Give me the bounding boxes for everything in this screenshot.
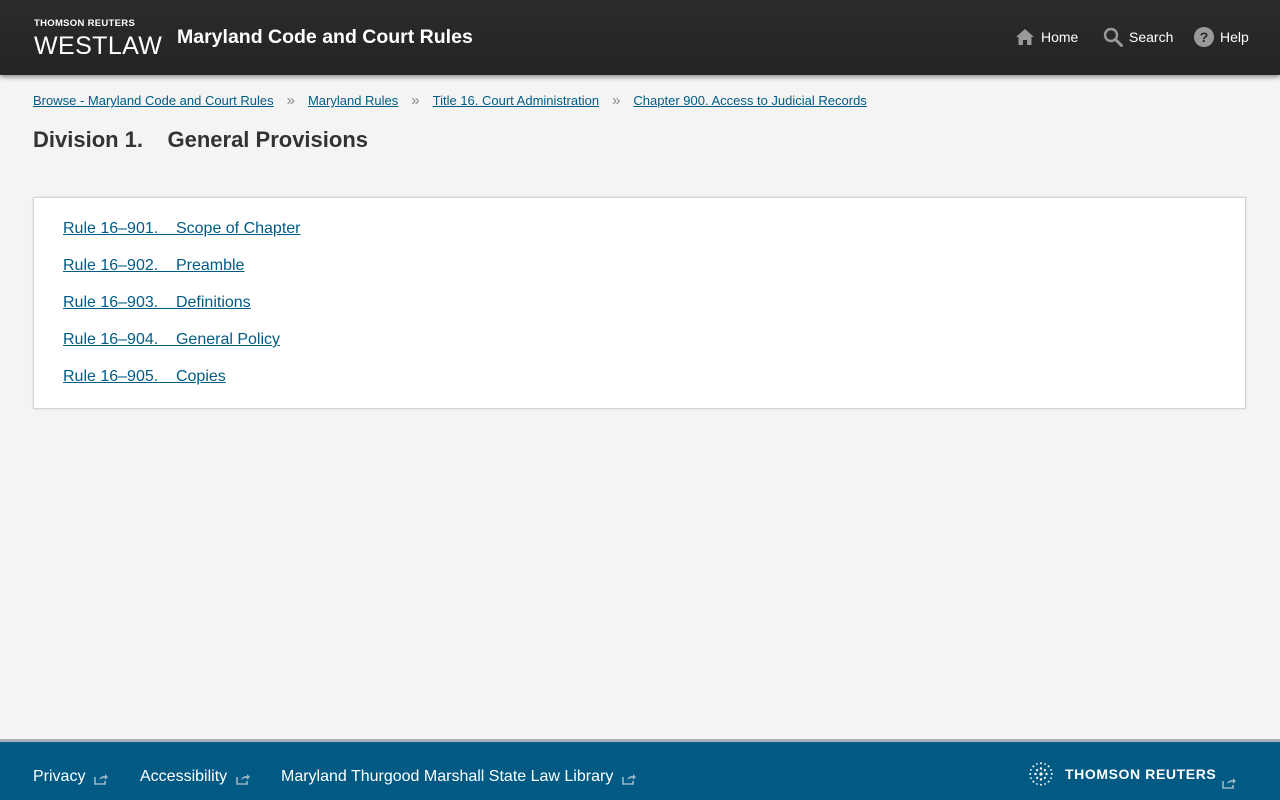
site-header: THOMSON REUTERS WESTLAW Maryland Code an… [0, 0, 1280, 75]
list-item: Rule 16–905. Copies [63, 366, 301, 403]
home-icon [1016, 29, 1034, 45]
home-label: Home [1041, 29, 1079, 45]
site-footer: Privacy Accessibility Maryland Thurgood … [0, 739, 1280, 800]
accessibility-link[interactable]: Accessibility [140, 768, 251, 786]
svg-text:?: ? [1200, 29, 1209, 45]
rule-list-panel: Rule 16–901. Scope of Chapter Rule 16–90… [33, 197, 1246, 409]
search-label: Search [1129, 29, 1174, 45]
privacy-label: Privacy [33, 768, 86, 785]
law-library-label: Maryland Thurgood Marshall State Law Lib… [281, 768, 614, 785]
breadcrumb-title-16[interactable]: Title 16. Court Administration [433, 93, 599, 108]
rule-16-904-link[interactable]: Rule 16–904. General Policy [63, 331, 280, 348]
accessibility-label: Accessibility [140, 768, 228, 785]
breadcrumb-chapter-900[interactable]: Chapter 900. Access to Judicial Records [633, 93, 866, 108]
page-title: Division 1. General Provisions [33, 127, 369, 152]
help-label: Help [1220, 29, 1249, 45]
rule-16-902-link[interactable]: Rule 16–902. Preamble [63, 257, 244, 274]
search-icon [1103, 27, 1123, 47]
external-link-icon [94, 773, 109, 785]
rule-list: Rule 16–901. Scope of Chapter Rule 16–90… [63, 218, 301, 403]
list-item: Rule 16–904. General Policy [63, 329, 301, 366]
rule-16-905-link[interactable]: Rule 16–905. Copies [63, 368, 226, 385]
list-item: Rule 16–903. Definitions [63, 292, 301, 329]
help-icon: ? [1194, 27, 1214, 47]
thomson-reuters-logo-icon [1029, 762, 1053, 786]
westlaw-logo[interactable]: THOMSON REUTERS WESTLAW [34, 18, 163, 61]
list-item: Rule 16–901. Scope of Chapter [63, 218, 301, 255]
home-button[interactable]: Home [1015, 25, 1078, 49]
law-library-link[interactable]: Maryland Thurgood Marshall State Law Lib… [281, 768, 637, 786]
search-button[interactable]: Search [1103, 25, 1173, 49]
rule-16-901-link[interactable]: Rule 16–901. Scope of Chapter [63, 220, 301, 237]
chevron-double-right-icon: » [612, 91, 621, 109]
external-link-icon [622, 773, 637, 785]
breadcrumb-maryland-rules[interactable]: Maryland Rules [308, 93, 398, 108]
chevron-double-right-icon: » [411, 91, 420, 109]
privacy-link[interactable]: Privacy [33, 768, 109, 786]
help-button[interactable]: ? Help [1194, 25, 1249, 49]
brand-name: WESTLAW [34, 32, 163, 60]
chevron-double-right-icon: » [286, 91, 295, 109]
list-item: Rule 16–902. Preamble [63, 255, 301, 292]
breadcrumb: Browse - Maryland Code and Court Rules »… [33, 91, 867, 109]
thomson-reuters-logo-text: THOMSON REUTERS [1065, 766, 1217, 782]
external-link-icon [236, 773, 251, 785]
app-title[interactable]: Maryland Code and Court Rules [177, 26, 473, 49]
breadcrumb-browse[interactable]: Browse - Maryland Code and Court Rules [33, 93, 274, 108]
brand-company: THOMSON REUTERS [34, 18, 136, 29]
rule-16-903-link[interactable]: Rule 16–903. Definitions [63, 294, 251, 311]
thomson-reuters-logo[interactable]: THOMSON REUTERS [1028, 761, 1216, 787]
external-link-icon[interactable] [1222, 777, 1236, 789]
